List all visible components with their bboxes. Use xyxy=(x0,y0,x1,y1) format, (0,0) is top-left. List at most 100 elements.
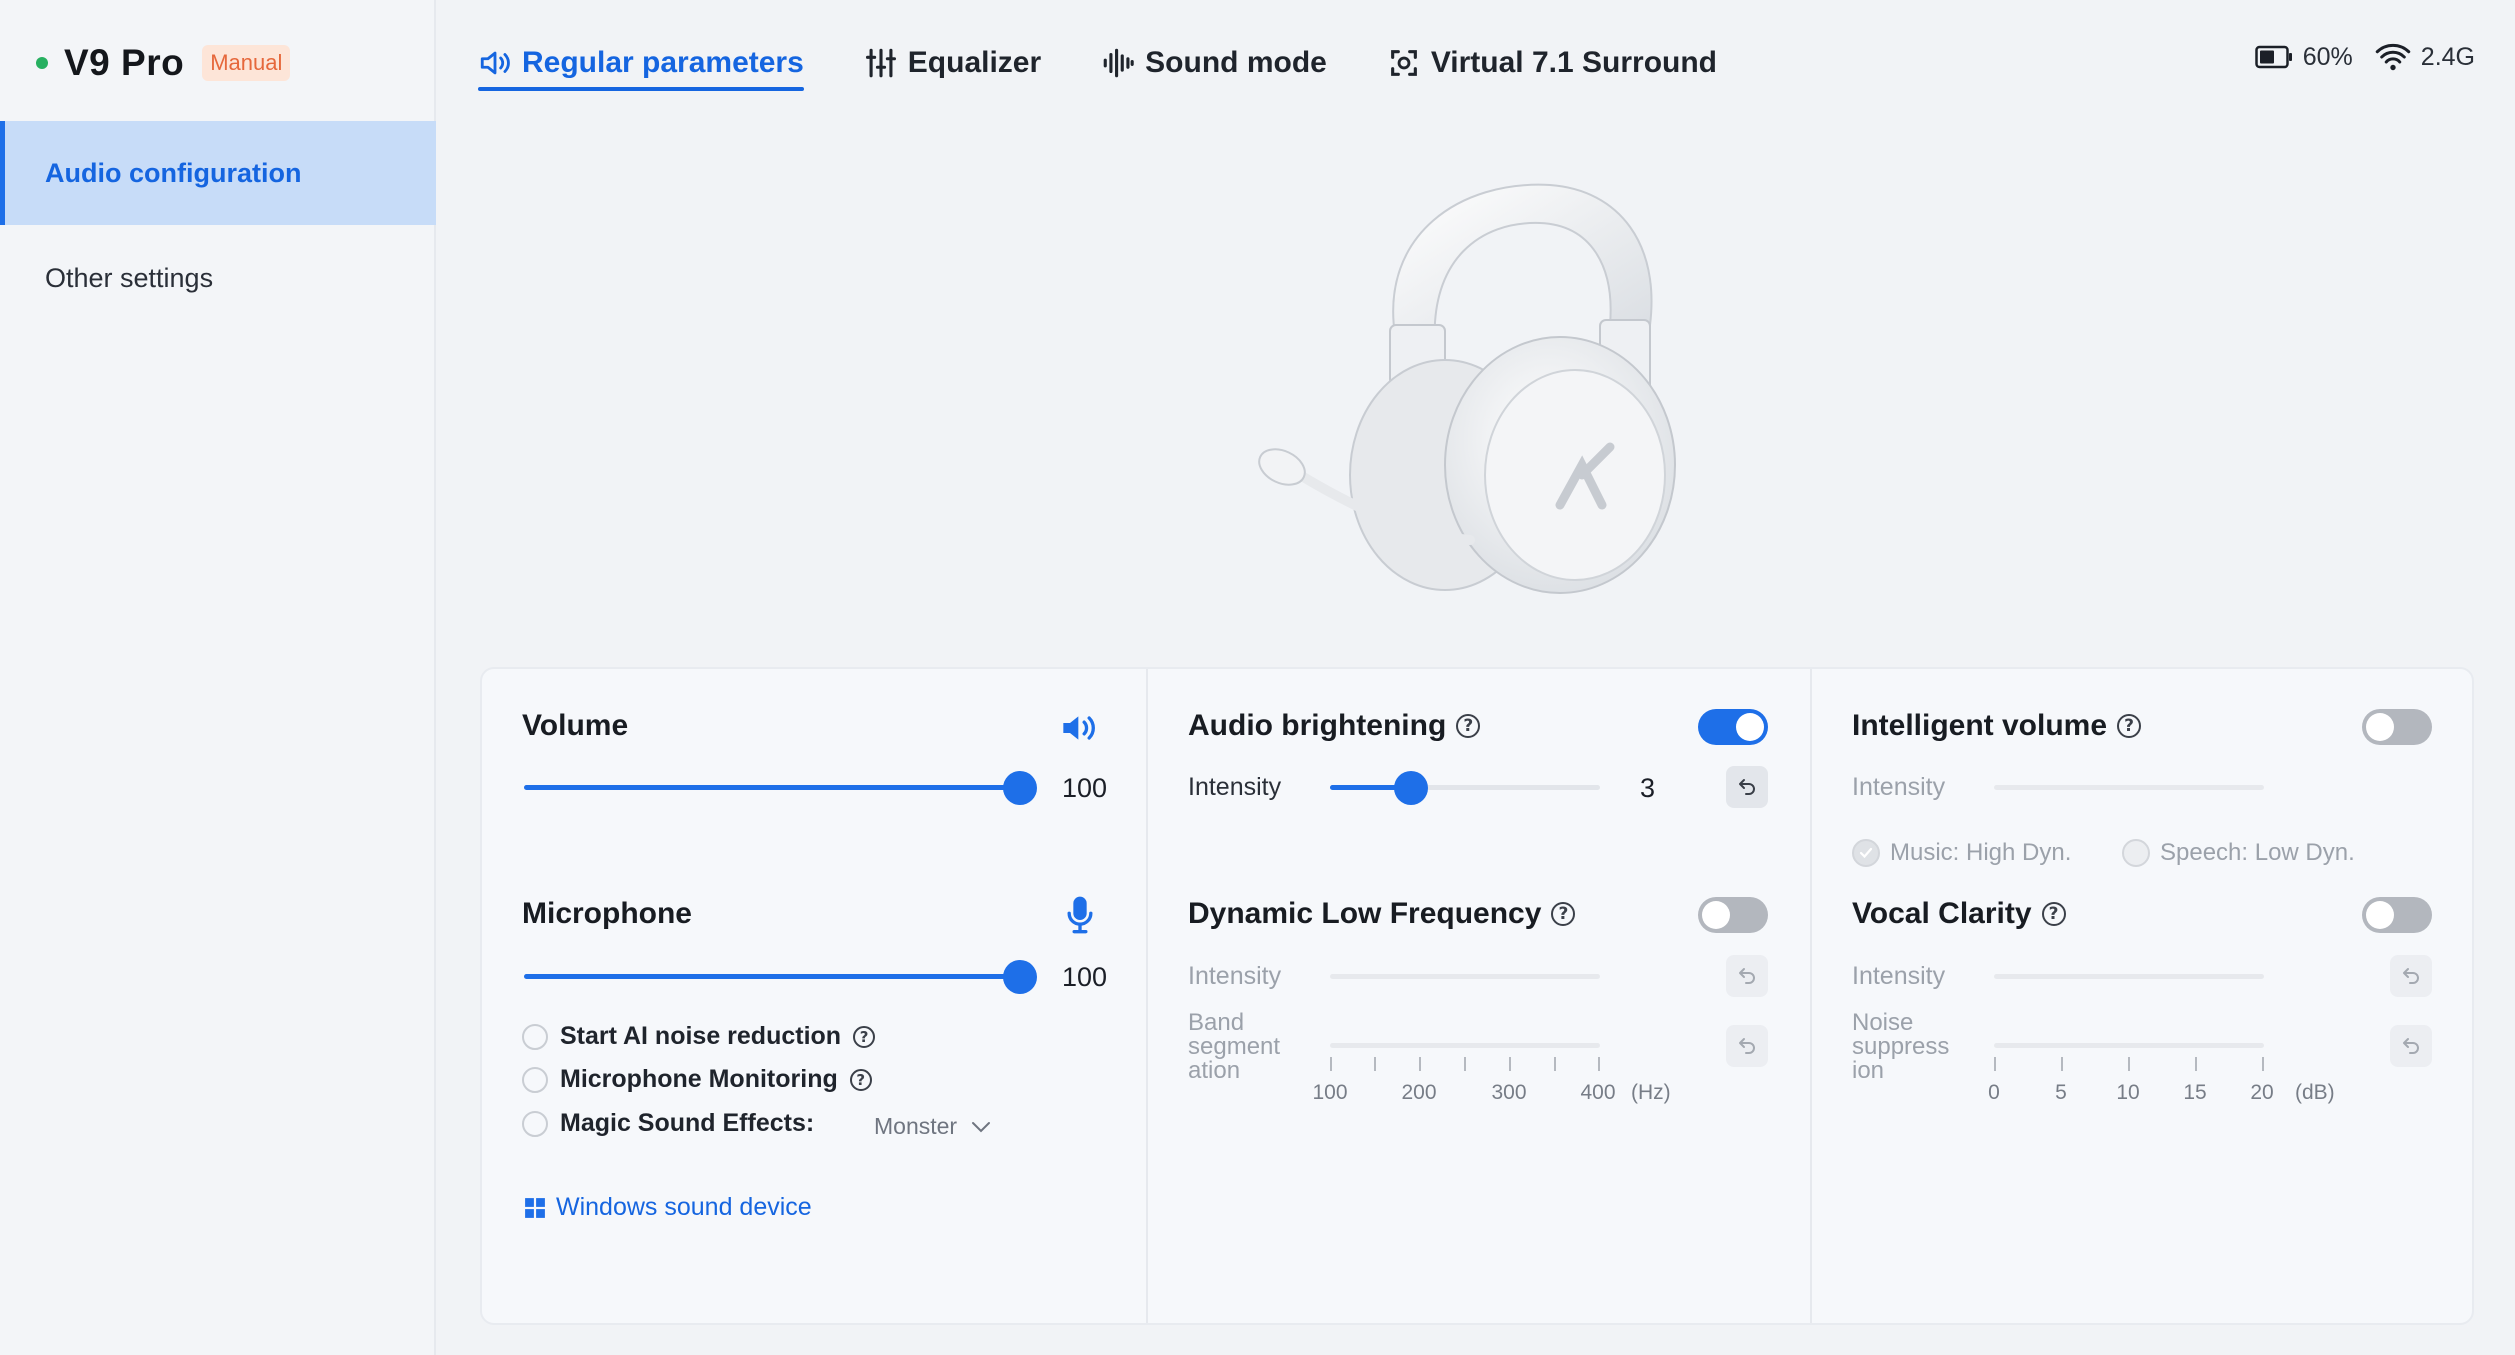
help-icon[interactable]: ? xyxy=(849,1068,872,1091)
slider-track xyxy=(1994,974,2264,979)
band-ticks: 100 200 300 400 xyxy=(1312,1057,1616,1107)
help-icon[interactable]: ? xyxy=(1551,902,1576,926)
ai-noise-reduction-option[interactable]: Start AI noise reduction ? xyxy=(522,1022,876,1051)
audio-brightening-intensity-slider[interactable] xyxy=(1330,767,1600,807)
music-high-dyn-radio[interactable] xyxy=(1852,839,1880,867)
audio-brightening-reset-button[interactable] xyxy=(1726,766,1768,808)
sidebar: V9 Pro Manual Audio configuration Other … xyxy=(0,0,436,1355)
label-line: ion xyxy=(1852,1057,1885,1084)
help-icon[interactable]: ? xyxy=(2117,714,2142,738)
reset-icon xyxy=(2403,968,2419,984)
tick-label: 10 xyxy=(2116,1081,2140,1104)
speech-low-dyn-radio[interactable] xyxy=(2122,839,2150,867)
toggle-knob xyxy=(2366,713,2394,741)
noise-suppression-unit: (dB) xyxy=(2295,1081,2335,1104)
surround-icon xyxy=(1390,50,1417,76)
music-high-dyn-option[interactable]: Music: High Dyn. xyxy=(1852,839,2071,867)
microphone-monitoring-option[interactable]: Microphone Monitoring ? xyxy=(522,1065,872,1094)
dynamic-low-frequency-intensity-reset-button[interactable] xyxy=(1726,955,1768,997)
mode-badge: Manual xyxy=(202,45,291,81)
dynamic-low-frequency-title-text: Dynamic Low Frequency xyxy=(1188,897,1542,930)
device-name: V9 Pro xyxy=(64,42,185,83)
tab-regular-parameters[interactable]: Regular parameters xyxy=(478,38,804,91)
link-label: Windows sound device xyxy=(556,1193,812,1221)
dynamic-low-frequency-title: Dynamic Low Frequency ? xyxy=(1188,897,1576,931)
dropdown-value: Monster xyxy=(874,1113,958,1139)
volume-mic-column: Volume 100 Microphone 100 Start AI noise xyxy=(482,669,1146,1323)
noise-suppression-reset-button[interactable] xyxy=(2390,1025,2432,1067)
tab-equalizer[interactable]: Equalizer xyxy=(864,38,1041,88)
tick-mark xyxy=(1330,1057,1332,1071)
audio-brightening-toggle[interactable] xyxy=(1698,709,1768,745)
slider-handle[interactable] xyxy=(1394,771,1428,805)
vocal-clarity-intensity-reset-button[interactable] xyxy=(2390,955,2432,997)
tab-bar: Regular parameters Equalizer Sound mode … xyxy=(478,38,1777,91)
connection-status-dot xyxy=(36,57,48,69)
magic-sound-effects-option[interactable]: Magic Sound Effects: xyxy=(522,1109,814,1138)
ai-noise-reduction-radio[interactable] xyxy=(522,1023,548,1050)
microphone-title: Microphone xyxy=(522,897,692,931)
label-line: segment xyxy=(1188,1033,1281,1060)
noise-suppression-label: Noise suppress ion xyxy=(1852,1011,1949,1083)
audio-brightening-title-text: Audio brightening xyxy=(1188,709,1447,742)
reset-icon xyxy=(1739,1038,1755,1054)
settings-panel: Volume 100 Microphone 100 Start AI noise xyxy=(480,667,2474,1325)
vocal-clarity-intensity-slider[interactable] xyxy=(1994,956,2264,996)
tab-virtual-surround[interactable]: Virtual 7.1 Surround xyxy=(1387,38,1717,88)
band-segmentation-reset-button[interactable] xyxy=(1726,1025,1768,1067)
windows-sound-device-link[interactable]: Windows sound device xyxy=(524,1193,812,1222)
tick-mark xyxy=(2262,1057,2264,1071)
device-header: V9 Pro Manual xyxy=(36,38,291,88)
reset-icon xyxy=(1739,779,1755,795)
tick-mark xyxy=(1464,1057,1466,1071)
tick-label: 200 xyxy=(1401,1081,1437,1104)
tick-mark xyxy=(1994,1057,1996,1071)
sidebar-item-label: Audio configuration xyxy=(45,157,302,188)
microphone-monitoring-radio[interactable] xyxy=(522,1066,548,1093)
tab-label: Equalizer xyxy=(907,46,1042,79)
vocal-clarity-toggle[interactable] xyxy=(2362,897,2432,933)
help-icon[interactable]: ? xyxy=(1456,714,1481,738)
intensity-label: Intensity xyxy=(1852,773,1946,801)
microphone-slider-fill xyxy=(524,974,1020,979)
dynamic-low-frequency-toggle[interactable] xyxy=(1698,897,1768,933)
volume-speaker-icon[interactable] xyxy=(1060,711,1100,745)
tick-label: 0 xyxy=(1988,1081,2000,1104)
volume-slider-handle[interactable] xyxy=(1003,771,1037,805)
option-label: Start AI noise reduction xyxy=(560,1022,842,1050)
intensity-label: Intensity xyxy=(1852,962,1946,990)
help-icon[interactable]: ? xyxy=(853,1025,876,1048)
intelligent-volume-toggle[interactable] xyxy=(2362,709,2432,745)
microphone-slider[interactable] xyxy=(524,956,1037,996)
sidebar-item-audio-configuration[interactable]: Audio configuration xyxy=(0,121,436,225)
slider-track xyxy=(1330,1043,1600,1048)
tab-label: Sound mode xyxy=(1145,46,1327,79)
option-label: Music: High Dyn. xyxy=(1890,839,2072,866)
slider-track xyxy=(1330,974,1600,979)
dynamic-low-frequency-intensity-slider[interactable] xyxy=(1330,956,1600,996)
microphone-slider-handle[interactable] xyxy=(1003,960,1037,994)
sidebar-item-other-settings[interactable]: Other settings xyxy=(0,226,436,330)
chevron-down-icon xyxy=(972,1121,991,1132)
label-line: Band xyxy=(1188,1009,1245,1036)
speech-low-dyn-option[interactable]: Speech: Low Dyn. xyxy=(2122,839,2355,867)
magic-sound-effect-dropdown[interactable]: Monster xyxy=(874,1113,991,1140)
help-icon[interactable]: ? xyxy=(2041,902,2066,926)
intelligent-vocal-column: Intelligent volume ? Intensity Music: Hi… xyxy=(1810,669,2474,1323)
intelligent-volume-intensity-slider[interactable] xyxy=(1994,767,2264,807)
volume-slider[interactable] xyxy=(524,767,1037,807)
slider-track xyxy=(1994,785,2264,790)
tick-label: 400 xyxy=(1580,1081,1616,1104)
tick-mark xyxy=(1598,1057,1600,1071)
tab-sound-mode[interactable]: Sound mode xyxy=(1101,38,1327,88)
audio-brightening-intensity-value: 3 xyxy=(1640,773,1656,803)
toggle-knob xyxy=(1736,713,1764,741)
label-line: Noise xyxy=(1852,1009,1914,1036)
magic-sound-effects-radio[interactable] xyxy=(522,1110,548,1137)
headset-image xyxy=(1258,183,1676,594)
windows-icon xyxy=(525,1197,545,1218)
microphone-icon[interactable] xyxy=(1066,895,1094,935)
volume-value: 100 xyxy=(1062,773,1108,803)
check-icon xyxy=(1859,847,1873,859)
intensity-label: Intensity xyxy=(1188,962,1282,990)
